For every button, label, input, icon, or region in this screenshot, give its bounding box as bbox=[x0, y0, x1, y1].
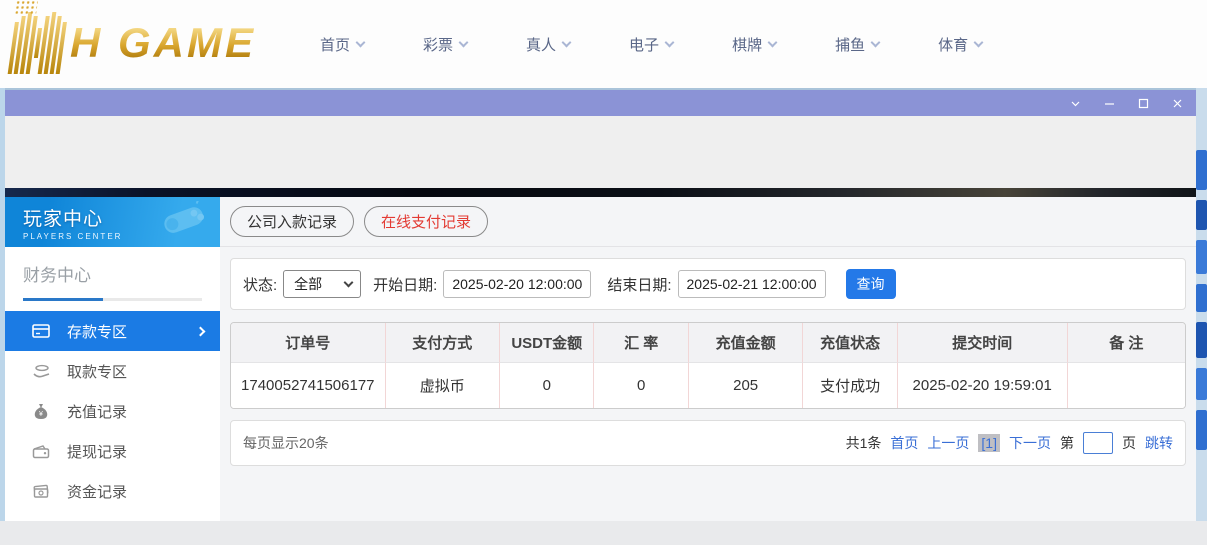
query-button[interactable]: 查询 bbox=[846, 269, 896, 299]
section-underline bbox=[23, 298, 202, 301]
sidebar-item-recharge-record[interactable]: ¥ 充值记录 bbox=[5, 391, 220, 431]
col-amount: 充值金额 bbox=[689, 323, 803, 363]
cell-status: 支付成功 bbox=[803, 363, 897, 408]
main-content: 公司入款记录 在线支付记录 状态: 全部 开始日期: 结束日期: 查询 bbox=[220, 197, 1196, 521]
tab-online-payment-record[interactable]: 在线支付记录 bbox=[364, 206, 488, 237]
nav-item-boardgames[interactable]: 棋牌 bbox=[732, 34, 776, 55]
cell-rate: 0 bbox=[594, 363, 688, 408]
chevron-down-icon bbox=[356, 37, 366, 47]
record-tabs: 公司入款记录 在线支付记录 bbox=[220, 197, 1196, 247]
sidebar: 玩家中心 PLAYERS CENTER bbox=[5, 197, 220, 521]
table-header-row: 订单号 支付方式 USDT金额 汇 率 充值金额 充值状态 提交时间 备 注 bbox=[231, 323, 1185, 363]
sidebar-item-funds-record[interactable]: 资金记录 bbox=[5, 471, 220, 511]
brand-logo[interactable]: H GAME bbox=[12, 10, 256, 76]
jump-button[interactable]: 跳转 bbox=[1145, 433, 1173, 453]
select-arrow-icon bbox=[344, 277, 354, 287]
deposit-card-icon bbox=[31, 323, 51, 339]
chevron-right-icon bbox=[196, 326, 206, 336]
window-titlebar[interactable] bbox=[5, 90, 1196, 116]
sidebar-menu: 存款专区 取款专区 ¥ 充值记录 bbox=[5, 311, 220, 521]
status-select[interactable]: 全部 bbox=[283, 270, 361, 298]
tab-company-deposit-record[interactable]: 公司入款记录 bbox=[230, 206, 354, 237]
screen: H GAME 首页 彩票 真人 电子 棋牌 bbox=[0, 0, 1207, 545]
sidebar-item-deposit[interactable]: 存款专区 bbox=[5, 311, 220, 351]
nav-item-lottery[interactable]: 彩票 bbox=[423, 34, 467, 55]
cell-pay-method: 虚拟币 bbox=[386, 363, 500, 408]
window-empty-area bbox=[5, 116, 1196, 188]
jump-prefix-label: 第 bbox=[1060, 433, 1074, 453]
chevron-down-icon bbox=[665, 37, 675, 47]
sidebar-item-withdraw[interactable]: 取款专区 bbox=[5, 351, 220, 391]
sidebar-section: 财务中心 bbox=[5, 247, 220, 311]
chevron-down-icon bbox=[459, 37, 469, 47]
window-chevron-down-icon[interactable] bbox=[1069, 97, 1082, 110]
logo-text: H GAME bbox=[70, 22, 256, 64]
page-size-text: 每页显示20条 bbox=[243, 433, 329, 453]
chevron-down-icon bbox=[562, 37, 572, 47]
nav-item-fishing[interactable]: 捕鱼 bbox=[835, 34, 879, 55]
cell-amount: 205 bbox=[689, 363, 803, 408]
cell-submit-time: 2025-02-20 19:59:01 bbox=[898, 363, 1068, 408]
nav-item-slots[interactable]: 电子 bbox=[629, 34, 673, 55]
col-order-no: 订单号 bbox=[231, 323, 386, 363]
window-close-icon[interactable] bbox=[1171, 97, 1184, 110]
gamepad-icon bbox=[158, 201, 210, 246]
total-count-text: 共1条 bbox=[846, 433, 882, 453]
banknote-icon bbox=[31, 484, 51, 499]
logo-stripes-icon bbox=[8, 12, 69, 74]
sidebar-item-withdrawal-record[interactable]: 提现记录 bbox=[5, 431, 220, 471]
col-usdt-amount: USDT金额 bbox=[500, 323, 594, 363]
page-backdrop-bottom bbox=[0, 521, 1207, 545]
nav-item-live[interactable]: 真人 bbox=[526, 34, 570, 55]
chevron-down-icon bbox=[871, 37, 881, 47]
col-pay-method: 支付方式 bbox=[386, 323, 500, 363]
start-date-label: 开始日期: bbox=[373, 274, 437, 295]
player-center-window: 玩家中心 PLAYERS CENTER bbox=[5, 88, 1196, 521]
page-jump-input[interactable] bbox=[1083, 432, 1113, 454]
records-table: 订单号 支付方式 USDT金额 汇 率 充值金额 充值状态 提交时间 备 注 1 bbox=[230, 322, 1186, 409]
col-status: 充值状态 bbox=[803, 323, 897, 363]
col-remark: 备 注 bbox=[1068, 323, 1185, 363]
sidebar-section-label: 财务中心 bbox=[23, 261, 202, 286]
start-date-input[interactable] bbox=[443, 270, 591, 298]
jump-suffix-label: 页 bbox=[1122, 433, 1136, 453]
main-nav: 首页 彩票 真人 电子 棋牌 捕鱼 bbox=[320, 0, 982, 88]
filter-bar: 状态: 全部 开始日期: 结束日期: 查询 bbox=[230, 258, 1186, 310]
sidebar-header: 玩家中心 PLAYERS CENTER bbox=[5, 197, 220, 247]
current-page-indicator: [1] bbox=[978, 434, 1000, 452]
prev-page-link[interactable]: 上一页 bbox=[927, 433, 969, 453]
svg-text:¥: ¥ bbox=[39, 411, 43, 418]
nav-item-sports[interactable]: 体育 bbox=[938, 34, 982, 55]
pagination-bar: 每页显示20条 共1条 首页 上一页 [1] 下一页 第 页 跳转 bbox=[230, 420, 1186, 466]
nav-item-home[interactable]: 首页 bbox=[320, 34, 364, 55]
status-label: 状态: bbox=[243, 274, 277, 295]
site-header: H GAME 首页 彩票 真人 电子 棋牌 bbox=[0, 0, 1207, 88]
cell-remark bbox=[1068, 363, 1185, 408]
withdraw-hand-icon bbox=[31, 363, 51, 379]
chevron-down-icon bbox=[974, 37, 984, 47]
col-submit-time: 提交时间 bbox=[898, 323, 1068, 363]
moneybag-icon: ¥ bbox=[31, 403, 51, 420]
cell-usdt-amount: 0 bbox=[500, 363, 594, 408]
chevron-down-icon bbox=[768, 37, 778, 47]
wallet-icon bbox=[31, 444, 51, 459]
sidebar-item-lottery-bet-detail[interactable]: 彩票下注明细 bbox=[5, 511, 220, 521]
end-date-label: 结束日期: bbox=[607, 274, 671, 295]
col-rate: 汇 率 bbox=[594, 323, 688, 363]
first-page-link[interactable]: 首页 bbox=[890, 433, 918, 453]
page-backdrop-right bbox=[1196, 88, 1207, 521]
dark-divider-strip bbox=[5, 188, 1196, 197]
next-page-link[interactable]: 下一页 bbox=[1009, 433, 1051, 453]
cell-order-no: 1740052741506177 bbox=[231, 363, 386, 408]
table-row: 1740052741506177 虚拟币 0 0 205 支付成功 2025-0… bbox=[231, 363, 1185, 408]
window-maximize-icon[interactable] bbox=[1137, 97, 1150, 110]
end-date-input[interactable] bbox=[678, 270, 826, 298]
window-minimize-icon[interactable] bbox=[1103, 97, 1116, 110]
